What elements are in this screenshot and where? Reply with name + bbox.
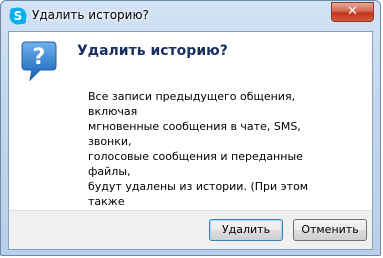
svg-text:S: S (14, 9, 23, 23)
delete-button[interactable]: Удалить (209, 219, 283, 241)
close-button[interactable]: ✕ (331, 2, 374, 22)
cancel-button[interactable]: Отменить (293, 219, 367, 241)
title-bar[interactable]: S Удалить историю? ✕ (1, 1, 380, 31)
dialog-message: Все записи предыдущего общения, включая … (88, 90, 309, 223)
question-icon: ? (21, 41, 57, 82)
dialog-body: ? Удалить историю? Все записи предыдущег… (8, 31, 373, 250)
svg-text:?: ? (33, 45, 46, 70)
dialog-heading: Удалить историю? (77, 43, 228, 59)
window-title: Удалить историю? (32, 8, 149, 22)
button-bar: Удалить Отменить (9, 210, 372, 249)
close-icon: ✕ (347, 4, 358, 19)
skype-icon: S (9, 7, 27, 25)
dialog-window: S Удалить историю? ✕ ? Удалить историю? … (0, 0, 381, 256)
